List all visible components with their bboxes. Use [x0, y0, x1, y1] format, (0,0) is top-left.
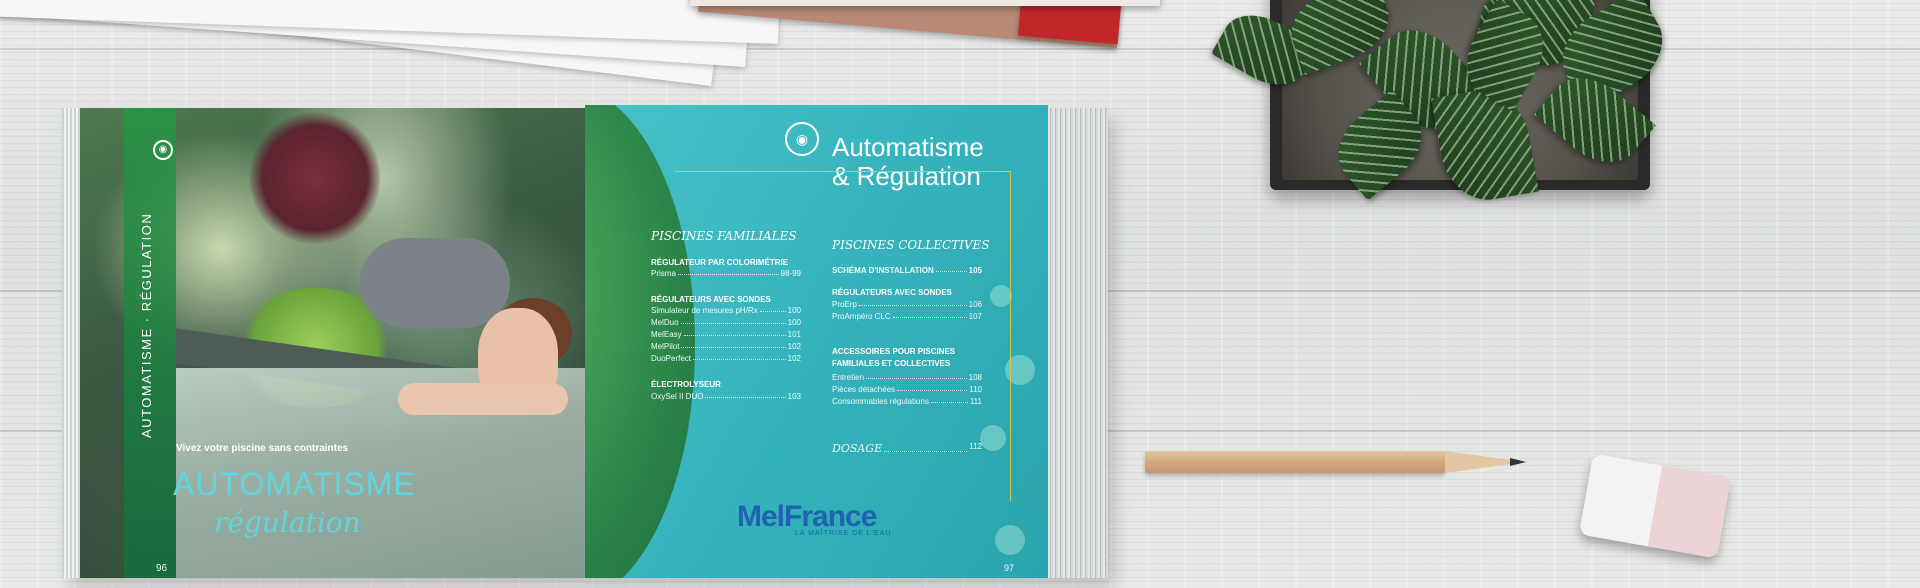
logo-tagline: LA MAÎTRISE DE L'EAU — [795, 530, 892, 537]
toc-row: Entretien 108 — [832, 373, 982, 382]
toc-row: ProErp 106 — [832, 300, 982, 309]
pencil-lead — [1510, 458, 1526, 466]
droplet-icon: ◉ — [785, 122, 819, 156]
toc-leader — [884, 442, 968, 452]
toc-leader — [858, 300, 967, 306]
toc-leader — [866, 373, 967, 379]
bokeh-dot — [990, 285, 1012, 307]
toc-row: MelPilot 102 — [651, 342, 801, 351]
woman-arms — [398, 383, 568, 415]
toc-leader — [897, 385, 968, 391]
book-page-edge-right — [1048, 108, 1108, 578]
toc-leader — [693, 354, 786, 360]
left-page-number: 96 — [156, 563, 168, 574]
toc-row: Prisma 98-99 — [651, 269, 801, 278]
left-page: ◉ AUTOMATISME · RÉGULATION Vivez votre p… — [80, 108, 585, 578]
toc-row: DuoPerfect 102 — [651, 354, 801, 363]
toc-row: MelEasy 101 — [651, 330, 801, 339]
side-tab — [1021, 462, 1048, 522]
group-title: RÉGULATEURS AVEC SONDES — [832, 288, 952, 297]
toc-label: OxySel II DUO — [651, 392, 704, 401]
section-heading-collectives: PISCINES COLLECTIVES — [832, 238, 990, 252]
group-title: ACCESSOIRES POUR PISCINES — [832, 347, 956, 356]
toc-leader — [677, 269, 779, 275]
right-title-line1: Automatisme — [832, 132, 984, 162]
group-title: RÉGULATEURS AVEC SONDES — [651, 295, 771, 304]
toc-label: DuoPerfect — [651, 354, 692, 363]
eraser — [1578, 453, 1732, 559]
toc-page: 98-99 — [780, 269, 801, 278]
left-page-subtitle: Vivez votre piscine sans contraintes — [176, 443, 349, 454]
group-title: RÉGULATEUR PAR COLORIMÉTRIE — [651, 258, 789, 267]
vertical-section-title: AUTOMATISME · RÉGULATION — [139, 212, 154, 438]
toc-page: 111 — [969, 397, 982, 406]
toc-label: Consommables régulations — [832, 397, 929, 406]
toc-page: 102 — [787, 342, 801, 351]
book-page-edge-left — [62, 108, 82, 578]
left-page-script-title: régulation — [214, 506, 361, 539]
right-page: ◉ Automatisme & Régulation PISCINES FAMI… — [585, 105, 1048, 578]
group-title: FAMILIALES ET COLLECTIVES — [832, 359, 951, 368]
toc-leader — [759, 306, 786, 312]
toc-leader — [892, 312, 967, 318]
toc-row: Consommables régulations 111 — [832, 397, 982, 406]
lounge-chair — [360, 238, 510, 328]
toc-leader — [683, 330, 786, 336]
gold-rule-right — [1010, 171, 1011, 501]
toc-page: 100 — [787, 318, 801, 327]
toc-leader — [935, 266, 967, 272]
toc-page: 107 — [968, 312, 982, 321]
toc-label: MelPilot — [651, 342, 680, 351]
toc-leader — [680, 318, 786, 324]
bokeh-dot — [980, 425, 1006, 451]
toc-row: Pièces détachées 110 — [832, 385, 982, 394]
toc-row: MelDuo 100 — [651, 318, 801, 327]
toc-page: 105 — [968, 266, 982, 275]
toc-row: ProAmpéro CLC 107 — [832, 312, 982, 321]
toc-label: ProAmpéro CLC — [832, 312, 891, 321]
logo-brand: MelFrance — [737, 500, 891, 534]
toc-leader — [705, 392, 786, 398]
melfrance-logo: MelFrance LA MAÎTRISE DE L'EAU — [737, 500, 891, 537]
toc-page: 112 — [969, 442, 982, 451]
section-heading-familiales: PISCINES FAMILIALES — [651, 229, 797, 243]
toc-row-dosage: DOSAGE 112 — [832, 442, 982, 455]
toc-label: MelDuo — [651, 318, 679, 327]
toc-row: Simulateur de mesures pH/Rx 100 — [651, 306, 801, 315]
red-foliage — [250, 108, 380, 248]
left-page-title: AUTOMATISME — [173, 466, 416, 502]
toc-leader — [930, 397, 968, 403]
white-swatch — [690, 0, 1160, 6]
toc-page: 101 — [787, 330, 801, 339]
toc-label: Pièces détachées — [832, 385, 896, 394]
toc-row: OxySel II DUO 103 — [651, 392, 801, 401]
gold-rule-top — [675, 171, 1011, 172]
right-title-line2: & Régulation — [832, 161, 981, 191]
eraser-pink-half — [1647, 465, 1732, 559]
toc-label: SCHÉMA D'INSTALLATION — [832, 266, 934, 275]
toc-page: 106 — [968, 300, 982, 309]
toc-label: ProErp — [832, 300, 857, 309]
toc-label: DOSAGE — [832, 442, 883, 455]
logo-brand-text: MelFrance — [737, 500, 877, 533]
droplet-icon: ◉ — [153, 140, 173, 160]
toc-row: SCHÉMA D'INSTALLATION 105 — [832, 266, 982, 275]
toc-page: 108 — [968, 373, 982, 382]
toc-page: 110 — [969, 385, 982, 394]
toc-label: Entretien — [832, 373, 865, 382]
toc-page: 102 — [787, 354, 801, 363]
toc-leader — [681, 342, 786, 348]
toc-label: Simulateur de mesures pH/Rx — [651, 306, 758, 315]
toc-label: Prisma — [651, 269, 676, 278]
toc-page: 103 — [787, 392, 801, 401]
pencil — [1145, 451, 1445, 473]
toc-label: MelEasy — [651, 330, 682, 339]
right-page-title: Automatisme & Régulation — [832, 133, 984, 191]
toc-page: 100 — [787, 306, 801, 315]
right-page-number: 97 — [1004, 563, 1015, 573]
bokeh-dot — [995, 525, 1025, 555]
group-title: ÉLECTROLYSEUR — [651, 380, 721, 389]
